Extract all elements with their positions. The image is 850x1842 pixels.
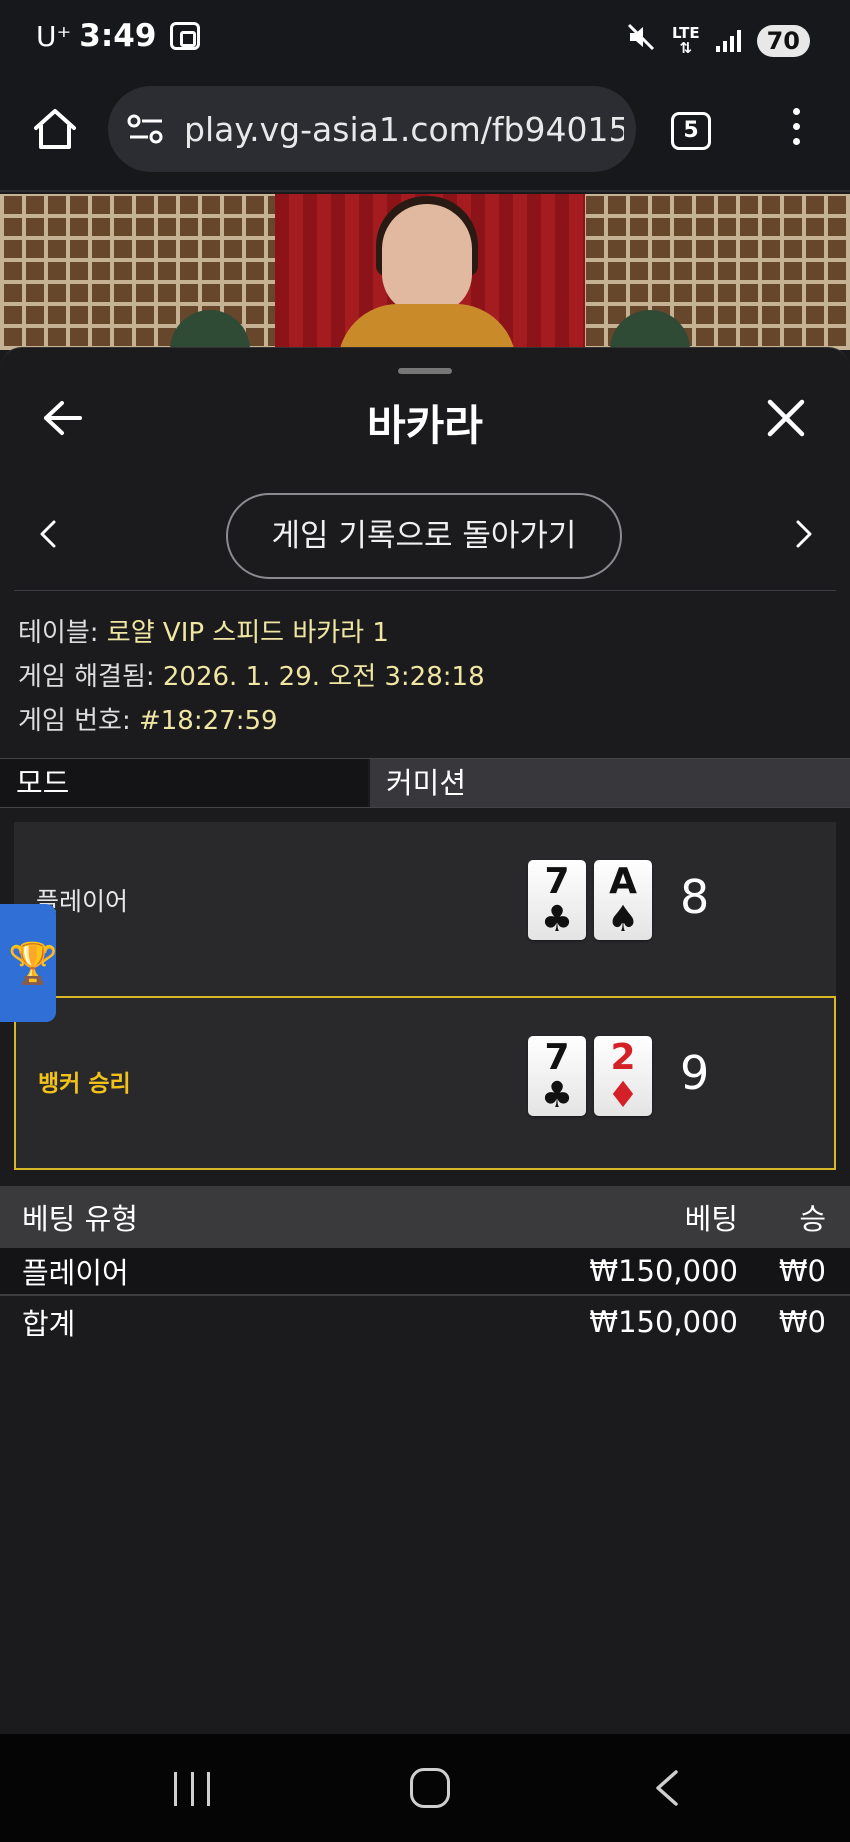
resolved-info: 게임 해결됨: 2026. 1. 29. 오전 3:28:18 [18,656,485,693]
system-navigation-bar [0,1734,850,1842]
round-result-panel: 플레이어 7 ♣ A ♠ 8 뱅커 승리 7 ♣ 2 ♦ 9 [14,822,836,1170]
url-text[interactable]: play.vg-asia1.com/fb940156 [184,110,624,149]
battery-indicator: 70 [756,24,810,57]
sheet-drag-handle[interactable] [398,368,452,374]
browser-toolbar: play.vg-asia1.com/fb940156 5 [0,80,850,192]
status-bar: U⁺ 3:49 LTE ⇅ 70 [0,0,850,80]
table-info: 테이블: 로얄 VIP 스피드 바카라 1 [18,612,389,649]
site-settings-icon[interactable] [126,112,166,146]
game-number-label: 게임 번호: [18,706,139,736]
clock: 3:49 [79,18,157,54]
network-label: LTE [672,23,700,42]
home-icon[interactable] [30,104,80,154]
lattice-decoration [0,194,290,350]
player-score: 8 [680,870,710,924]
trophy-side-tab[interactable]: 🏆 [0,904,58,1022]
table-label: 테이블: [18,618,107,648]
previous-game-chevron-icon[interactable] [36,518,60,550]
card-rank: A [609,861,637,902]
banker-card-2: 2 ♦ [594,1036,652,1116]
banker-result-box: 뱅커 승리 7 ♣ 2 ♦ 9 [14,996,836,1170]
card-suit: ♠ [606,899,640,940]
win-amount-cell: ₩0 [778,1254,826,1288]
status-right: LTE ⇅ 70 [626,22,810,59]
close-icon[interactable] [766,398,806,438]
card-rank: 7 [544,861,570,902]
total-label: 합계 [22,1307,76,1341]
bets-table-header: 베팅 유형 베팅 승 [0,1186,850,1248]
lattice-decoration [560,194,850,350]
carrier-label: U⁺ [36,19,72,53]
card-suit: ♣ [540,1075,574,1116]
bet-type-cell: 플레이어 [22,1256,129,1290]
live-video-feed [0,194,850,350]
next-game-chevron-icon[interactable] [792,518,816,550]
tab-switcher-button[interactable]: 5 [671,112,711,150]
total-row: 합계 ₩150,000 ₩0 [0,1298,850,1346]
total-win: ₩0 [778,1305,826,1339]
banker-score: 9 [680,1046,710,1100]
divider [14,590,836,591]
address-bar[interactable]: play.vg-asia1.com/fb940156 [108,86,636,172]
status-left: U⁺ 3:49 [36,18,201,54]
browser-menu-icon[interactable] [786,108,806,152]
card-suit: ♣ [540,899,574,940]
resolved-label: 게임 해결됨: [18,662,163,692]
tab-commission[interactable]: 커미션 [370,759,850,807]
mode-tabs: 모드 커미션 [0,758,850,808]
card-rank: 7 [544,1037,570,1078]
banker-win-label: 뱅커 승리 [38,1071,131,1097]
tab-mode[interactable]: 모드 [0,759,368,807]
sheet-title: 바카라 [367,401,483,450]
signal-icon [715,29,741,52]
table-row: 플레이어 ₩150,000 ₩0 [0,1248,850,1296]
game-number-info: 게임 번호: #18:27:59 [18,700,278,737]
header-bet-type: 베팅 유형 [22,1202,138,1236]
mute-icon [626,22,656,59]
resolved-value: 2026. 1. 29. 오전 3:28:18 [162,662,485,692]
back-to-history-button[interactable]: 게임 기록으로 돌아가기 [226,493,622,579]
card-rank: 2 [610,1037,636,1078]
player-card-1: 7 ♣ [528,860,586,940]
trophy-icon[interactable]: 🏆 [8,940,58,987]
game-detail-sheet: 바카라 게임 기록으로 돌아가기 테이블: 로얄 VIP 스피드 바카라 1 게… [0,347,850,1734]
table-value: 로얄 VIP 스피드 바카라 1 [106,618,389,648]
screenshot-icon [170,22,201,50]
card-suit: ♦ [606,1075,640,1116]
system-home-icon[interactable] [410,1768,450,1808]
system-back-icon[interactable] [652,1768,682,1808]
banker-card-1: 7 ♣ [528,1036,586,1116]
total-bet: ₩150,000 [589,1305,738,1339]
game-number-value: #18:27:59 [138,706,278,736]
recent-apps-icon[interactable] [174,1772,210,1806]
bet-amount-cell: ₩150,000 [589,1254,738,1288]
dealer-face [382,204,472,314]
network-type: LTE ⇅ [672,23,700,57]
player-card-2: A ♠ [594,860,652,940]
header-bet: 베팅 [684,1202,738,1236]
header-win: 승 [799,1202,826,1236]
